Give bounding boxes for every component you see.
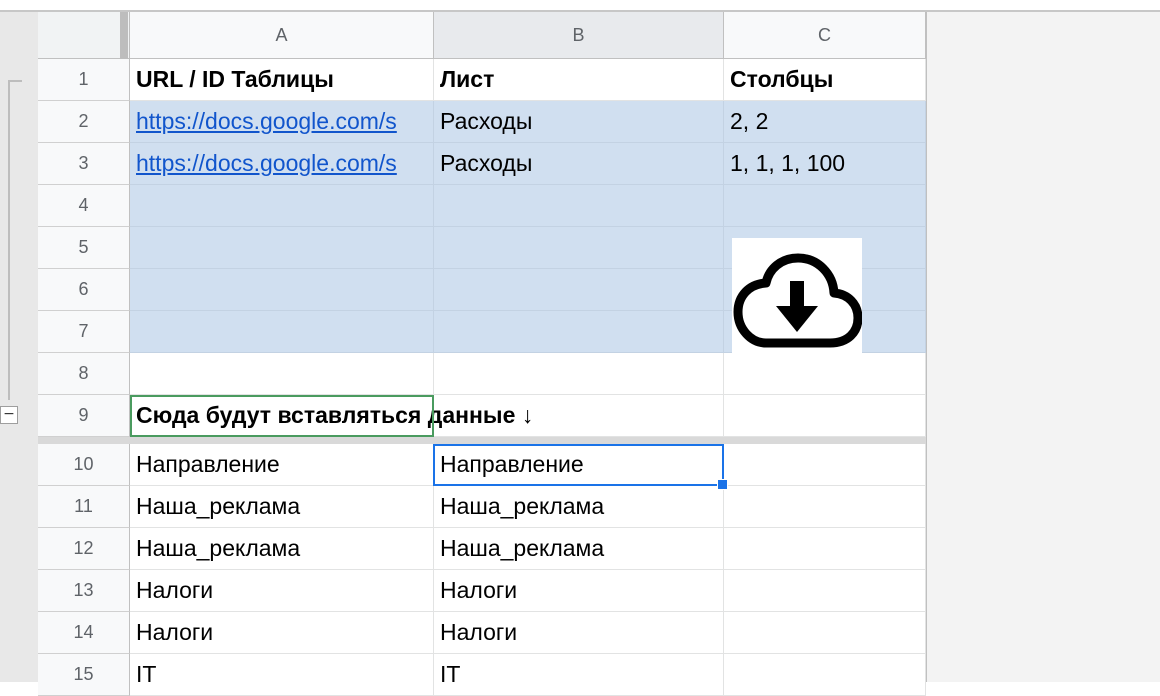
cell-b6[interactable] [434, 269, 724, 311]
row-header-15[interactable]: 15 [38, 654, 130, 696]
row-header-1[interactable]: 1 [38, 59, 130, 101]
cell-c8[interactable] [724, 353, 926, 395]
cell-a7[interactable] [130, 311, 434, 353]
row-header-10[interactable]: 10 [38, 444, 130, 486]
row-header-7[interactable]: 7 [38, 311, 130, 353]
fill-handle[interactable] [717, 479, 728, 490]
cell-c11[interactable] [724, 486, 926, 528]
active-cell-selection[interactable] [433, 444, 724, 486]
cell-a13[interactable]: Налоги [130, 570, 434, 612]
cell-a6[interactable] [130, 269, 434, 311]
cell-b12[interactable]: Наша_реклама [434, 528, 724, 570]
row-group-collapse-button[interactable]: − [0, 406, 18, 424]
cell-a12[interactable]: Наша_реклама [130, 528, 434, 570]
cell-a8[interactable] [130, 353, 434, 395]
row-header-11[interactable]: 11 [38, 486, 130, 528]
row-header-12[interactable]: 12 [38, 528, 130, 570]
cell-a9[interactable]: Сюда будут вставляться данные ↓ [130, 395, 533, 437]
row-header-9[interactable]: 9 [38, 395, 130, 437]
row-header-4[interactable]: 4 [38, 185, 130, 227]
row-header-5[interactable]: 5 [38, 227, 130, 269]
cell-a10[interactable]: Направление [130, 444, 434, 486]
column-header-a[interactable]: A [130, 12, 434, 59]
cell-a2[interactable]: https://docs.google.com/s [130, 101, 434, 143]
cell-b4[interactable] [434, 185, 724, 227]
cell-a4[interactable] [130, 185, 434, 227]
row-header-14[interactable]: 14 [38, 612, 130, 654]
cell-b8[interactable] [434, 353, 724, 395]
cell-c9[interactable] [724, 395, 926, 437]
cell-c10[interactable] [724, 444, 926, 486]
download-button[interactable] [732, 238, 862, 353]
cell-c1[interactable]: Столбцы [724, 59, 926, 101]
row-header-8[interactable]: 8 [38, 353, 130, 395]
cell-c15[interactable] [724, 654, 926, 696]
cell-a5[interactable] [130, 227, 434, 269]
cell-a14[interactable]: Налоги [130, 612, 434, 654]
cell-a1[interactable]: URL / ID Таблицы [130, 59, 434, 101]
row-header-2[interactable]: 2 [38, 101, 130, 143]
cell-b7[interactable] [434, 311, 724, 353]
cell-b11[interactable]: Наша_реклама [434, 486, 724, 528]
select-all-corner[interactable] [38, 12, 130, 59]
cell-c4[interactable] [724, 185, 926, 227]
cell-a11[interactable]: Наша_реклама [130, 486, 434, 528]
cell-b5[interactable] [434, 227, 724, 269]
sheet-empty-area [926, 12, 1160, 682]
cell-c12[interactable] [724, 528, 926, 570]
row-header-3[interactable]: 3 [38, 143, 130, 185]
cell-b13[interactable]: Налоги [434, 570, 724, 612]
row-header-6[interactable]: 6 [38, 269, 130, 311]
cell-c3[interactable]: 1, 1, 1, 100 [724, 143, 926, 185]
toolbar-edge [0, 0, 1160, 12]
cell-b1[interactable]: Лист [434, 59, 724, 101]
cell-c14[interactable] [724, 612, 926, 654]
row-group-bracket [8, 80, 22, 400]
cell-b3[interactable]: Расходы [434, 143, 724, 185]
cell-b2[interactable]: Расходы [434, 101, 724, 143]
column-header-c[interactable]: C [724, 12, 926, 59]
row-header-13[interactable]: 13 [38, 570, 130, 612]
cell-b14[interactable]: Налоги [434, 612, 724, 654]
cell-a15[interactable]: IT [130, 654, 434, 696]
freeze-column-handle[interactable] [120, 12, 128, 59]
frozen-rows-divider[interactable] [38, 437, 926, 444]
cell-c2[interactable]: 2, 2 [724, 101, 926, 143]
cloud-download-icon [733, 253, 862, 348]
cell-b15[interactable]: IT [434, 654, 724, 696]
column-header-b[interactable]: B [434, 12, 724, 59]
cell-a3[interactable]: https://docs.google.com/s [130, 143, 434, 185]
cell-c13[interactable] [724, 570, 926, 612]
